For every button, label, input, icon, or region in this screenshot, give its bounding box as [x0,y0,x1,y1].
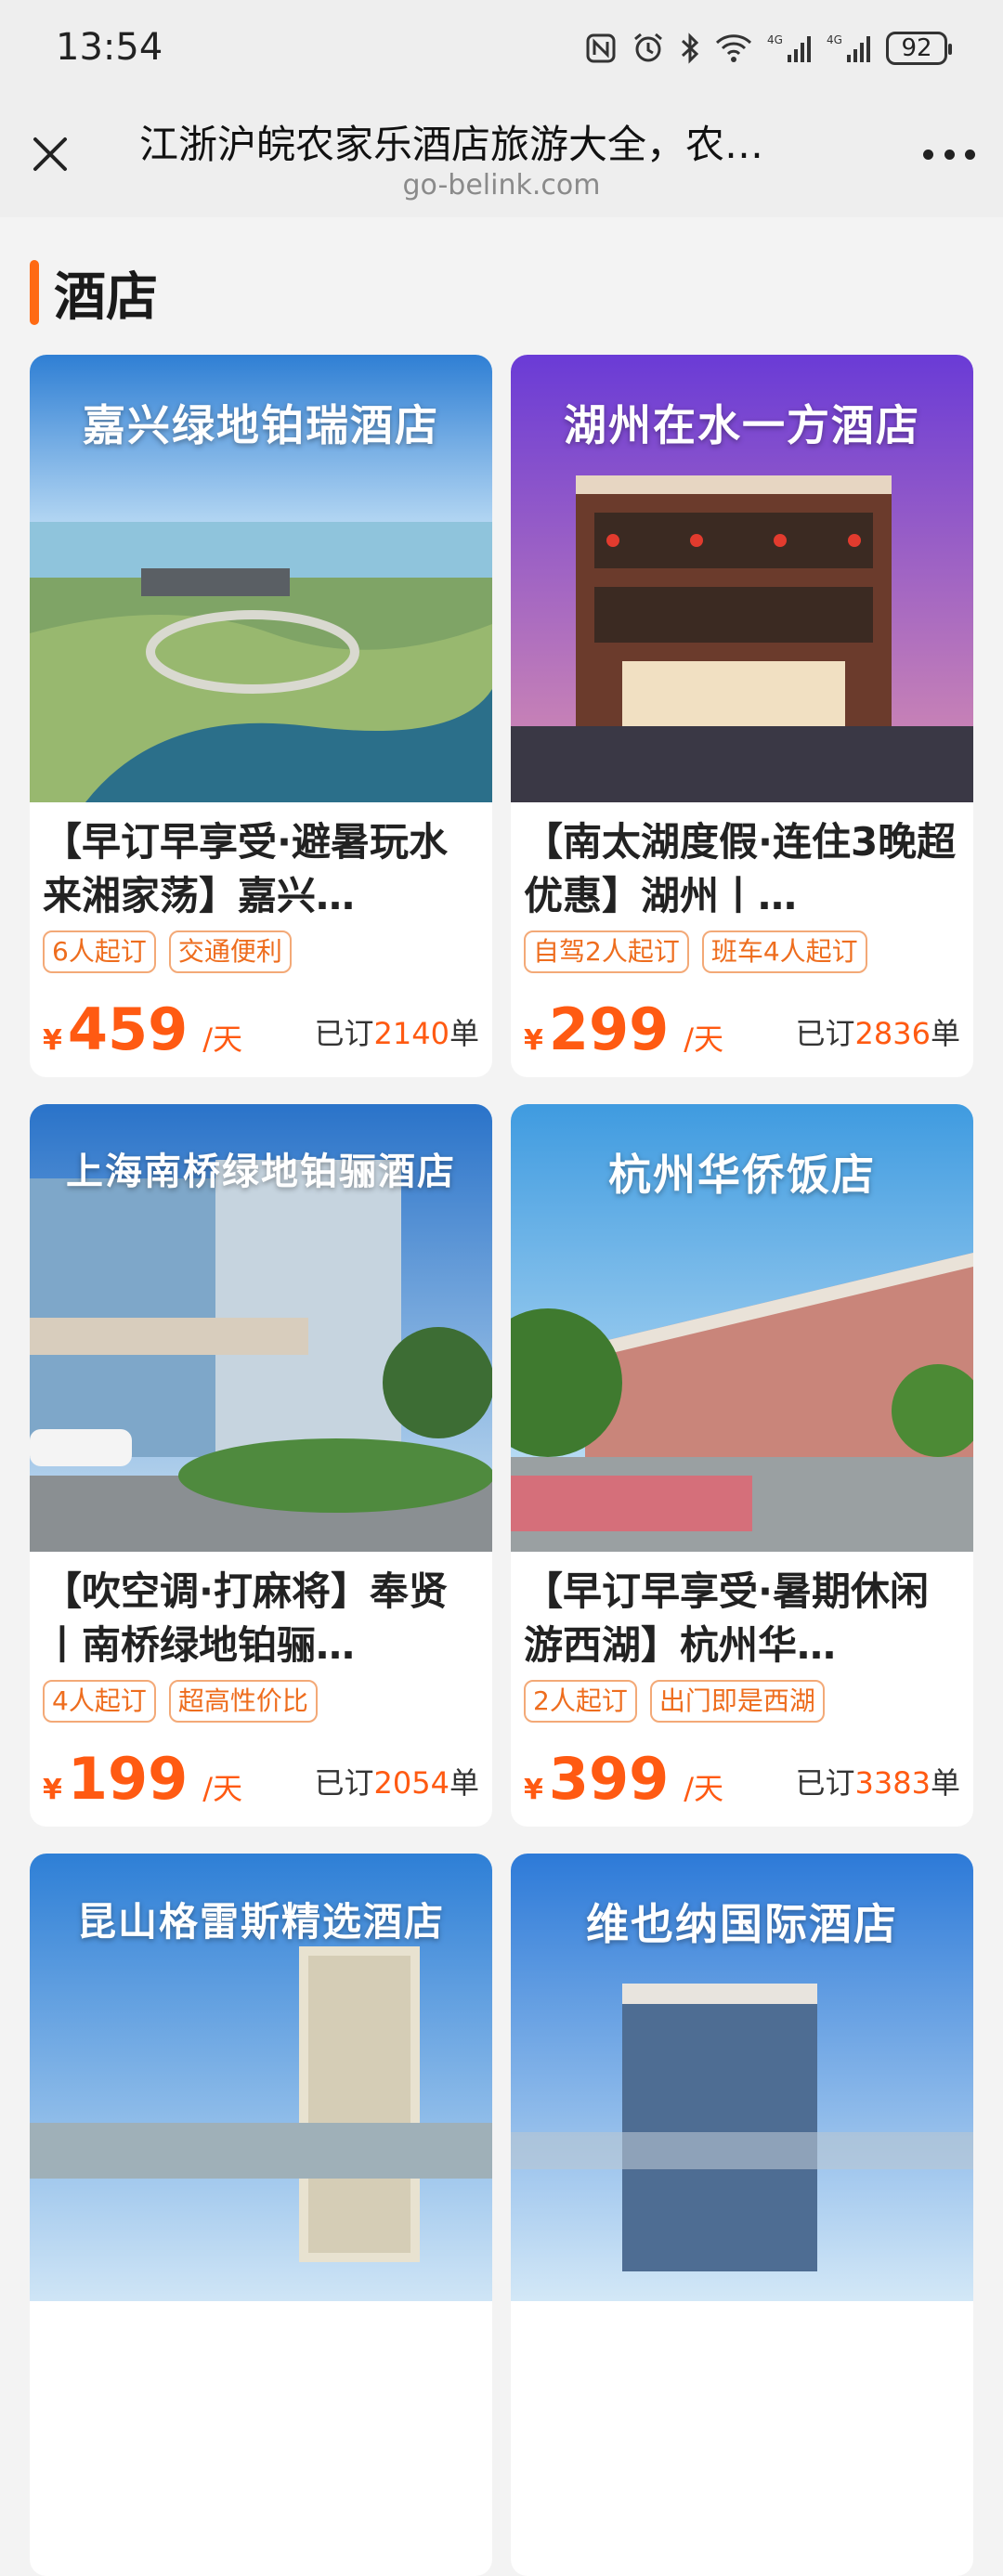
page-url: go-belink.com [402,169,601,202]
tag: 超高性价比 [168,1680,318,1723]
card-title: 【南太湖度假·连住3晚超优惠】湖州丨… [524,819,957,918]
price: ¥ 399 /天 [524,1745,723,1813]
status-bar: 13:54 4G 4G 92 [0,0,1003,98]
photo-caption: 嘉兴绿地铂瑞酒店 [83,400,439,450]
order-count: 已订2054单 [315,1760,479,1802]
hotel-card[interactable]: 杭州华侨饭店 【早订早享受·暑期休闲游西湖】杭州华… 2人起订 出门即是西湖 ¥… [511,1104,973,1827]
order-count-prefix: 已订 [314,1765,374,1801]
order-count-value: 3383 [854,1765,931,1801]
photo-caption: 昆山格雷斯精选酒店 [76,1899,445,1945]
status-time: 13:54 [56,26,163,69]
photo-caption: 上海南桥绿地铂骊酒店 [66,1151,456,1193]
alarm-icon [634,33,662,62]
tag-list: 4人起订 超高性价比 [43,1680,318,1723]
section-title: 酒店 [54,267,158,328]
price: ¥ 299 /天 [524,995,723,1063]
more-options-icon[interactable] [923,147,975,162]
page-title: 江浙沪皖农家乐酒店旅游大全，农… [139,122,764,167]
order-count-value: 2140 [373,1016,449,1051]
section-heading: 酒店 [30,260,158,328]
battery-indicator: 92 [886,32,952,65]
order-count-prefix: 已订 [314,1016,374,1051]
tag: 出门即是西湖 [649,1680,825,1723]
order-count-suffix: 单 [930,1016,960,1051]
svg-text:4G: 4G [767,33,783,46]
price-unit: /天 [684,1771,724,1806]
currency-symbol: ¥ [43,1774,62,1806]
wifi-icon [715,34,752,62]
price: ¥ 459 /天 [43,995,242,1063]
hotel-photo: 湖州在水一方酒店 [511,355,973,802]
order-count-suffix: 单 [930,1765,960,1801]
price-value: 459 [67,995,189,1063]
price-value: 199 [67,1745,189,1813]
price-unit: /天 [202,1771,243,1806]
card-title: 【吹空调·打麻将】奉贤丨南桥绿地铂骊… [43,1568,448,1668]
photo-caption: 湖州在水一方酒店 [564,400,920,450]
hotel-card[interactable]: 上海南桥绿地铂骊酒店 【吹空调·打麻将】奉贤丨南桥绿地铂骊… 4人起订 超高性价… [30,1104,492,1827]
tag: 4人起订 [43,1680,156,1723]
order-count: 已订2836单 [796,1010,960,1053]
card-title: 【早订早享受·避暑玩水来湘家荡】嘉兴… [43,819,448,918]
browser-header: 江浙沪皖农家乐酒店旅游大全，农… go-belink.com [0,98,1003,217]
card-title: 【早订早享受·暑期休闲游西湖】杭州华… [524,1568,929,1668]
hotel-photo: 维也纳国际酒店 [511,1854,973,2301]
tag: 班车4人起订 [701,930,867,973]
order-count: 已订3383单 [796,1760,960,1802]
hotel-card[interactable]: 昆山格雷斯精选酒店 [30,1854,492,2576]
order-count-value: 2836 [854,1016,931,1051]
bluetooth-icon [681,33,699,64]
photo-caption: 维也纳国际酒店 [586,1899,898,1949]
svg-text:4G: 4G [827,33,842,46]
hotel-card[interactable]: 湖州在水一方酒店 【南太湖度假·连住3晚超优惠】湖州丨… 自驾2人起订 班车4人… [511,355,973,1077]
hotel-photo: 上海南桥绿地铂骊酒店 [30,1104,492,1552]
section-accent-bar [30,260,39,325]
order-count: 已订2140单 [315,1010,479,1053]
hotel-photo: 杭州华侨饭店 [511,1104,973,1552]
tag-list: 2人起订 出门即是西湖 [524,1680,825,1723]
tag: 2人起订 [524,1680,637,1723]
status-icons: 4G 4G 92 [585,28,952,69]
photo-caption: 杭州华侨饭店 [608,1150,876,1200]
hotel-photo: 嘉兴绿地铂瑞酒店 [30,355,492,802]
order-count-prefix: 已订 [795,1016,855,1051]
currency-symbol: ¥ [524,1774,543,1806]
price-unit: /天 [684,1021,724,1057]
hotel-card[interactable]: 维也纳国际酒店 [511,1854,973,2576]
price: ¥ 199 /天 [43,1745,242,1813]
order-count-value: 2054 [373,1765,449,1801]
hotel-card[interactable]: 嘉兴绿地铂瑞酒店 【早订早享受·避暑玩水来湘家荡】嘉兴… 6人起订 交通便利 ¥… [30,355,492,1077]
order-count-suffix: 单 [449,1765,479,1801]
tag: 自驾2人起订 [524,930,689,973]
nfc-icon [586,33,616,63]
currency-symbol: ¥ [524,1024,543,1057]
order-count-prefix: 已订 [795,1765,855,1801]
tag: 交通便利 [168,930,292,973]
tag-list: 自驾2人起订 班车4人起订 [524,930,867,973]
price-value: 299 [548,995,670,1063]
tag-list: 6人起订 交通便利 [43,930,292,973]
tag: 6人起订 [43,930,156,973]
hotel-photo: 昆山格雷斯精选酒店 [30,1854,492,2301]
price-value: 399 [548,1745,670,1813]
signal-4g-icon: 4G [827,33,870,62]
price-unit: /天 [202,1021,243,1057]
order-count-suffix: 单 [449,1016,479,1051]
signal-4g-icon: 4G [767,33,811,62]
currency-symbol: ¥ [43,1024,62,1057]
